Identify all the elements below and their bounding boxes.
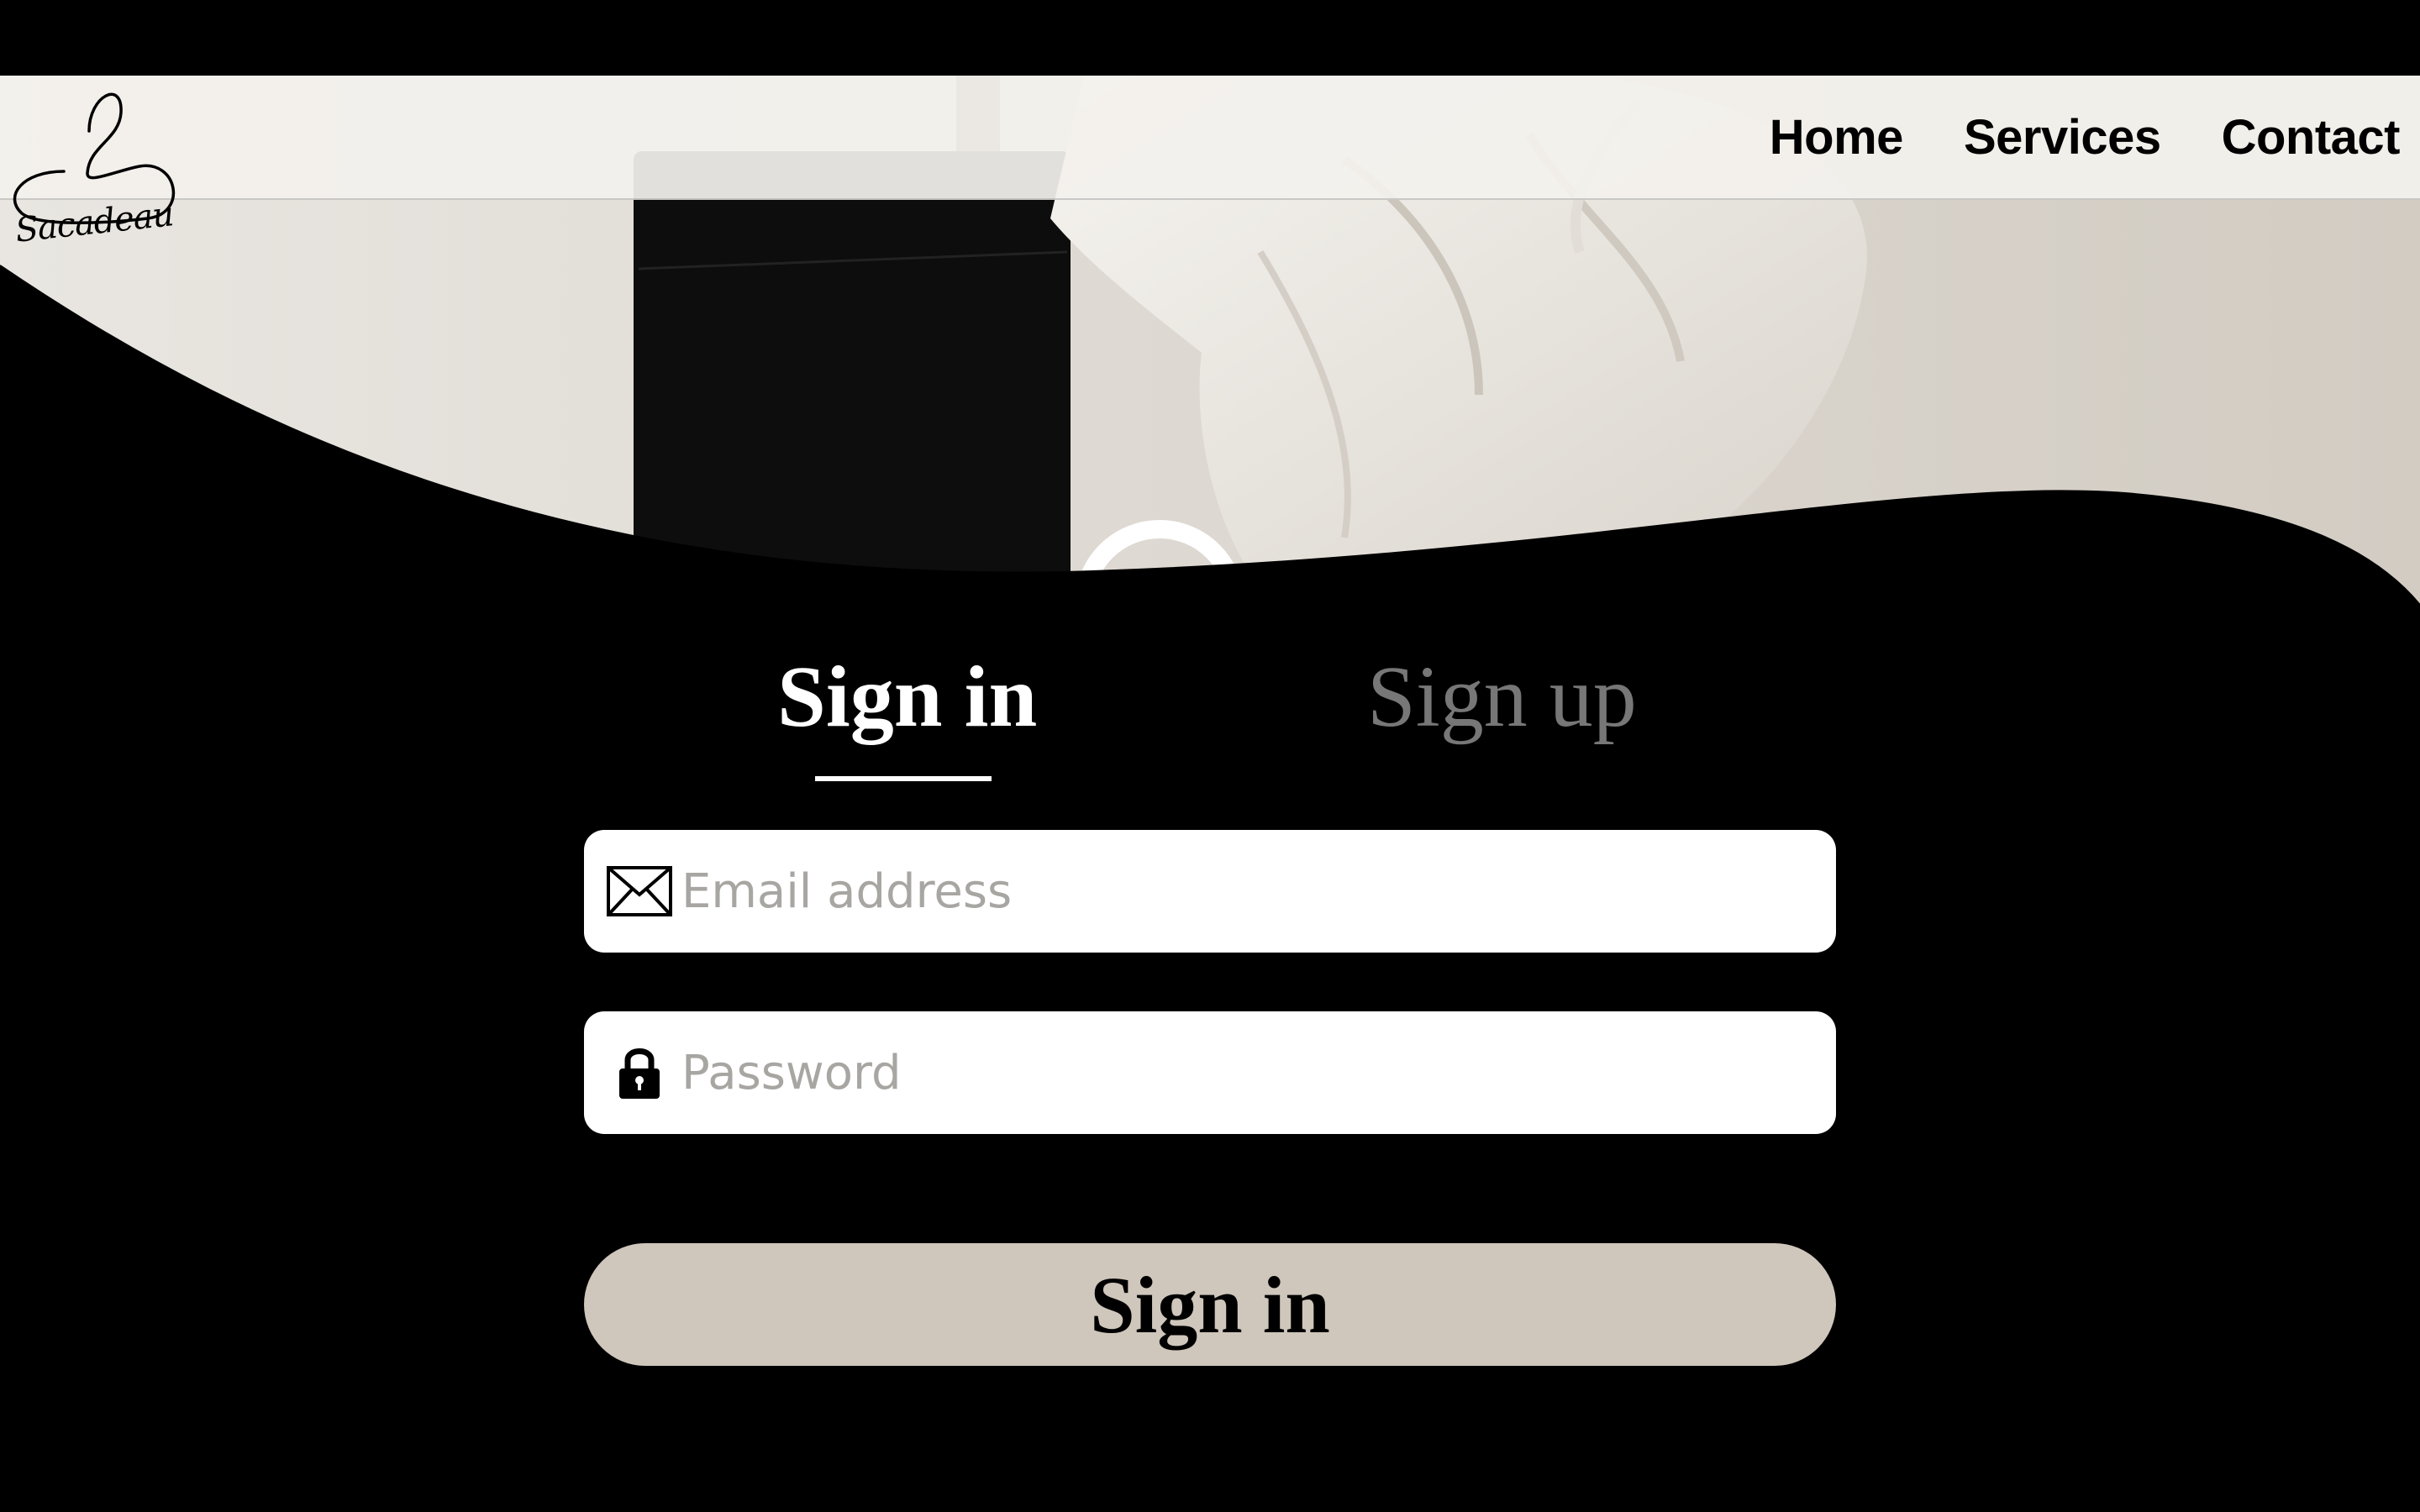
- email-input[interactable]: [681, 864, 1836, 919]
- lock-icon: [606, 1039, 673, 1106]
- sign-in-button[interactable]: Sign in: [584, 1243, 1836, 1366]
- tab-sign-up[interactable]: Sign up: [1367, 647, 1637, 747]
- password-field-container[interactable]: [584, 1011, 1836, 1134]
- nav-services-link[interactable]: Services: [1964, 109, 2161, 165]
- auth-tabs: Sign in Sign up: [0, 647, 2420, 790]
- email-field-container[interactable]: [584, 830, 1836, 953]
- active-tab-indicator: [815, 776, 992, 781]
- nav-contact-link[interactable]: Contact: [2222, 109, 2401, 165]
- nav-links: Home Services Contact: [1770, 76, 2401, 198]
- nav-home-link[interactable]: Home: [1770, 109, 1904, 165]
- tab-sign-in[interactable]: Sign in: [777, 647, 1037, 747]
- envelope-icon: [606, 858, 673, 925]
- password-input[interactable]: [681, 1045, 1836, 1100]
- navbar: Home Services Contact: [0, 76, 2420, 200]
